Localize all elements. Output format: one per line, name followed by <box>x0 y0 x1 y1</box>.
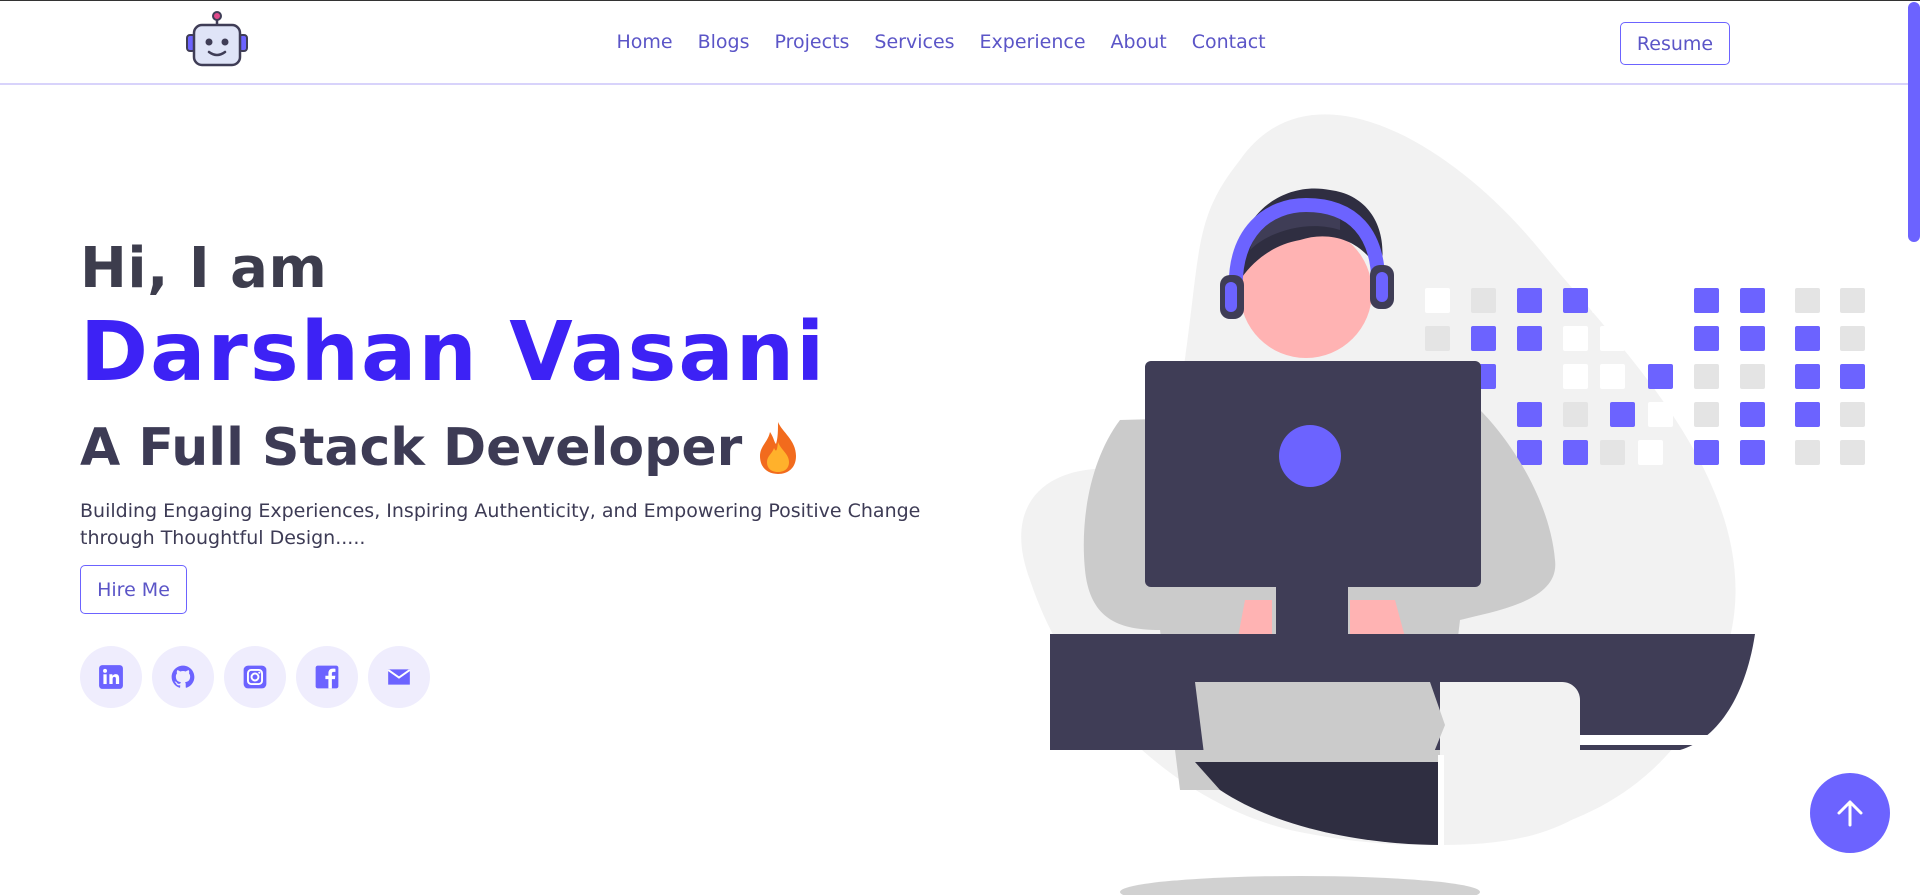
developer-illustration <box>1021 114 1865 895</box>
nav-experience[interactable]: Experience <box>967 31 1098 53</box>
facebook-icon <box>315 665 339 689</box>
arrow-up-icon <box>1837 800 1863 827</box>
hire-me-button[interactable]: Hire Me <box>80 565 187 614</box>
facebook-link[interactable] <box>296 646 358 708</box>
main-nav: Home Blogs Projects Services Experience … <box>604 31 1278 53</box>
instagram-icon <box>243 665 267 689</box>
scroll-to-top-button[interactable] <box>1810 773 1890 853</box>
github-link[interactable] <box>152 646 214 708</box>
nav-services[interactable]: Services <box>862 31 967 53</box>
hero-name: Darshan Vasani <box>80 305 827 400</box>
email-icon <box>387 669 411 685</box>
nav-projects[interactable]: Projects <box>762 31 862 53</box>
hero-description: Building Engaging Experiences, Inspiring… <box>80 500 921 549</box>
site-header: Home Blogs Projects Services Experience … <box>0 1 1908 85</box>
email-link[interactable] <box>368 646 430 708</box>
instagram-link[interactable] <box>224 646 286 708</box>
nav-home[interactable]: Home <box>604 31 685 53</box>
hero-role-text: A Full Stack Developer <box>80 418 743 478</box>
resume-button[interactable]: Resume <box>1620 22 1730 65</box>
hero-role-heading: A Full Stack Developer <box>80 418 800 478</box>
linkedin-icon <box>99 665 123 689</box>
robot-logo-icon[interactable] <box>185 11 249 71</box>
fire-icon <box>760 422 797 474</box>
hero-greeting: Hi, I am <box>80 236 328 301</box>
github-icon <box>171 665 195 688</box>
social-links <box>80 646 430 708</box>
nav-blogs[interactable]: Blogs <box>685 31 762 53</box>
nav-about[interactable]: About <box>1098 31 1179 53</box>
nav-contact[interactable]: Contact <box>1179 31 1278 53</box>
linkedin-link[interactable] <box>80 646 142 708</box>
